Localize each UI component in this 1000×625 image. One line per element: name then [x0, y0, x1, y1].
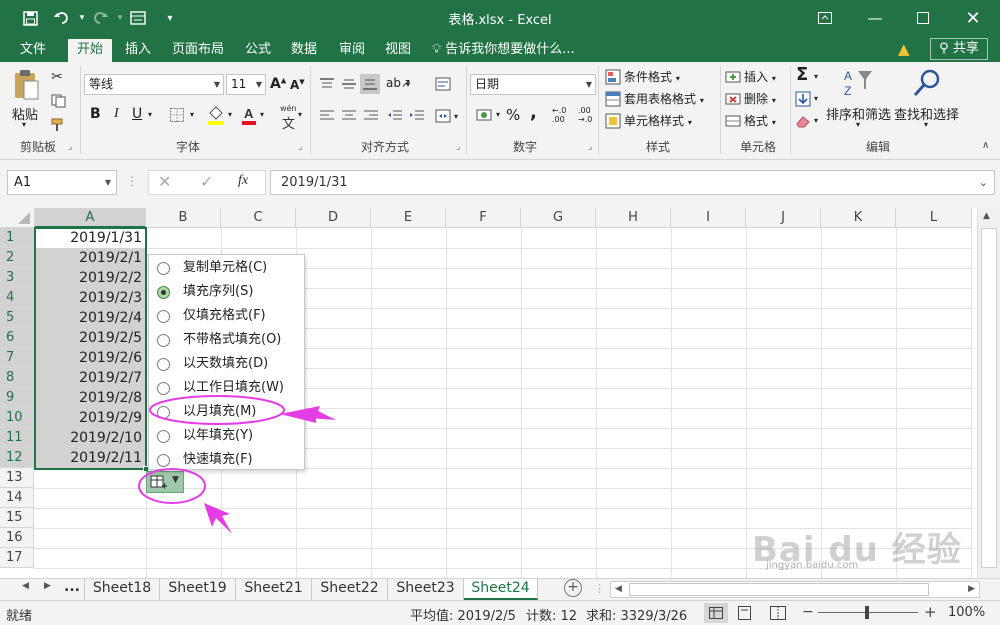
drag-handle-icon[interactable]: ⋮ — [594, 582, 605, 595]
sheet-tab[interactable]: Sheet23 — [388, 579, 464, 600]
status-ready: 就绪 — [6, 609, 33, 624]
zoom-level[interactable]: 100% — [948, 605, 985, 620]
sheet-tab[interactable]: Sheet19 — [160, 579, 236, 600]
more-sheets[interactable]: ... — [64, 579, 80, 595]
add-sheet-icon[interactable]: + — [564, 579, 582, 597]
scroll-left-icon[interactable]: ◀ — [615, 584, 622, 594]
watermark-url: jingyan.baidu.com — [766, 560, 859, 571]
page-break-view-icon[interactable] — [770, 606, 786, 624]
page-layout-view-icon[interactable] — [738, 606, 752, 624]
status-bar: 就绪 平均值: 2019/2/5 计数: 12 求和: 3329/3/26 − … — [0, 600, 1000, 625]
zoom-out-icon[interactable]: − — [802, 604, 814, 620]
prev-sheet-icon[interactable]: ◀ — [22, 581, 29, 591]
status-average: 平均值: 2019/2/5 — [410, 609, 516, 624]
status-sum: 求和: 3329/3/26 — [586, 609, 688, 624]
zoom-in-icon[interactable]: + — [924, 603, 937, 621]
sheet-tab-bar: ◀ ▶ ... Sheet18 Sheet19 Sheet21 Sheet22 … — [0, 578, 1000, 600]
next-sheet-icon[interactable]: ▶ — [44, 581, 51, 591]
sheet-tab[interactable]: Sheet22 — [312, 579, 388, 600]
scroll-thumb[interactable] — [629, 583, 929, 596]
baidu-watermark: Bai du 经验 jingyan.baidu.com — [752, 522, 972, 574]
sheet-tab-active[interactable]: Sheet24 — [464, 579, 538, 600]
sheet-tab[interactable]: Sheet21 — [236, 579, 312, 600]
scroll-right-icon[interactable]: ▶ — [968, 584, 975, 594]
status-count: 计数: 12 — [526, 609, 578, 624]
horizontal-scrollbar[interactable]: ◀ ▶ — [610, 581, 980, 598]
normal-view-icon[interactable] — [704, 603, 728, 623]
sheet-tab[interactable]: Sheet18 — [84, 579, 160, 600]
zoom-slider-thumb[interactable] — [865, 606, 869, 619]
